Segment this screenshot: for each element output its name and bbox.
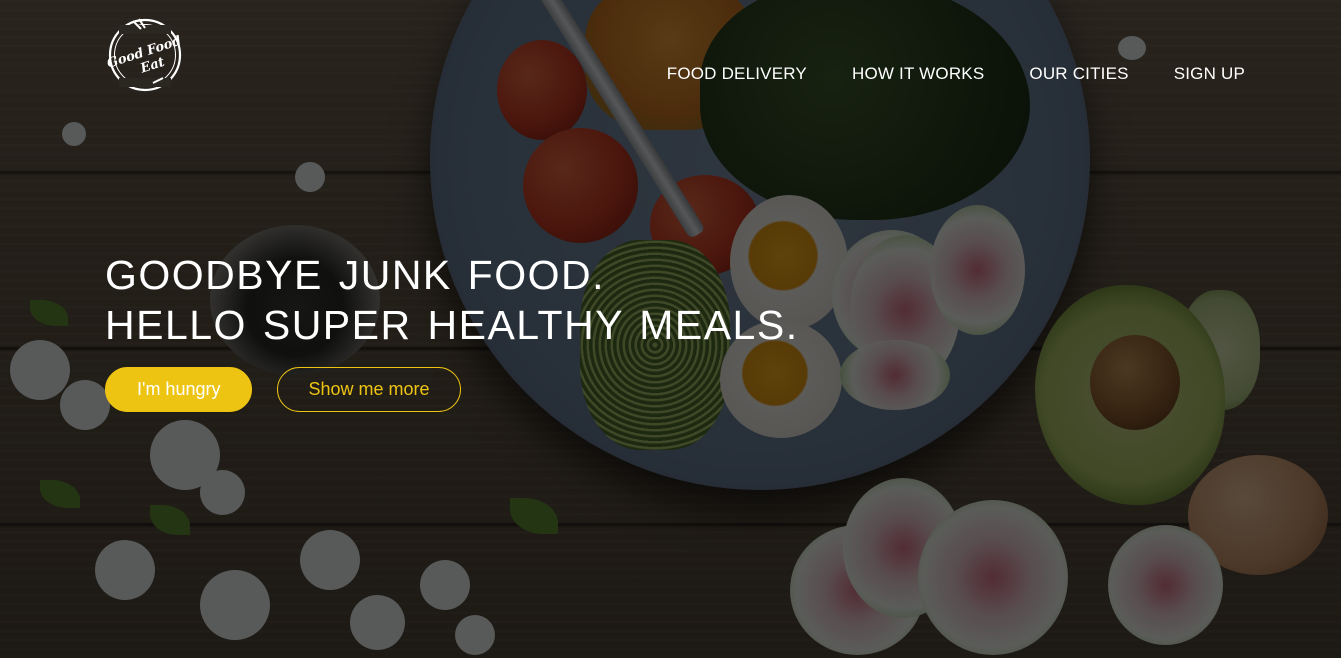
- logo-emblem-icon: Good Food Eat: [105, 18, 183, 92]
- nav-link-food-delivery[interactable]: FOOD DELIVERY: [667, 64, 807, 88]
- site-logo[interactable]: Good Food Eat: [105, 17, 185, 93]
- show-me-more-button[interactable]: Show me more: [277, 367, 461, 412]
- hero-heading-line2: HELLO SUPER HEALTHY MEALS.: [105, 302, 799, 348]
- nav-item: HOW IT WORKS: [807, 64, 984, 88]
- nav-item: OUR CITIES: [984, 64, 1128, 88]
- nav-item: SIGN UP: [1129, 64, 1245, 88]
- nav-item: FOOD DELIVERY: [622, 64, 807, 88]
- main-nav-list: FOOD DELIVERY HOW IT WORKS OUR CITIES SI…: [622, 64, 1245, 88]
- hero-text-box: GOODBYE JUNK FOOD. HELLO SUPER HEALTHY M…: [105, 250, 799, 350]
- im-hungry-button[interactable]: I'm hungry: [105, 367, 253, 412]
- nav-link-our-cities[interactable]: OUR CITIES: [1029, 64, 1128, 88]
- hero-heading-line1: GOODBYE JUNK FOOD.: [105, 252, 605, 298]
- nav-link-how-it-works[interactable]: HOW IT WORKS: [852, 64, 984, 88]
- hero-buttons: I'm hungry Show me more: [105, 367, 461, 412]
- nav-link-sign-up[interactable]: SIGN UP: [1174, 64, 1245, 88]
- hero-heading: GOODBYE JUNK FOOD. HELLO SUPER HEALTHY M…: [105, 250, 799, 350]
